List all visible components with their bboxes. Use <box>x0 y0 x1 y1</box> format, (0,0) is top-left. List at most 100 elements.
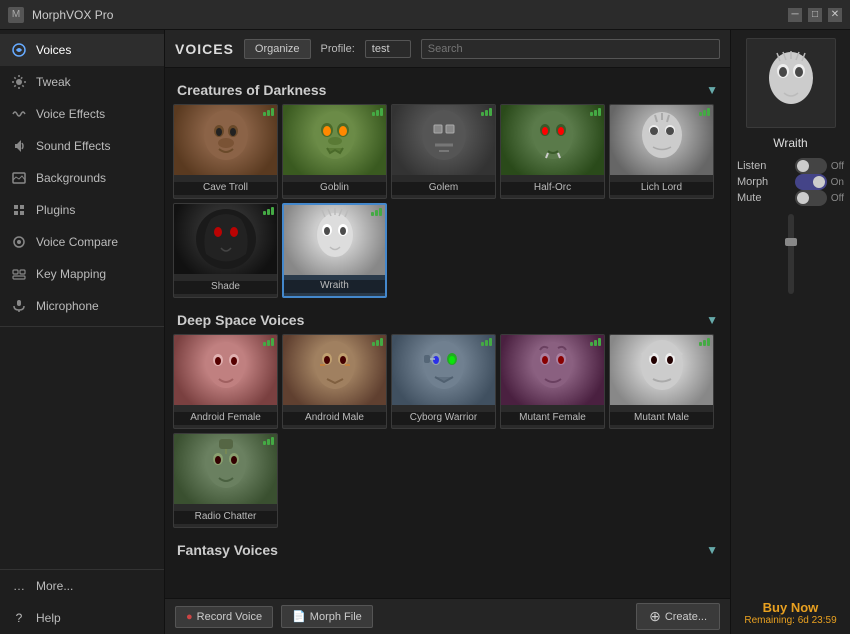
section-arrow-deepspace[interactable]: ▼ <box>706 313 718 327</box>
morph-toggle[interactable] <box>795 174 827 190</box>
section-arrow-creatures[interactable]: ▼ <box>706 83 718 97</box>
voice-card-half-orc[interactable]: Half-Orc <box>500 104 605 199</box>
signal-bars-android-male <box>372 338 383 346</box>
record-voice-button[interactable]: ● Record Voice <box>175 606 273 628</box>
content-area: VOICES Organize Profile: test Creatures … <box>165 30 730 634</box>
voice-card-radio-chatter[interactable]: Radio Chatter <box>173 433 278 528</box>
signal-bars-android-female <box>263 338 274 346</box>
sidebar-item-plugins[interactable]: Plugins <box>0 194 164 226</box>
signal-bars-cyborg-warrior <box>481 338 492 346</box>
voice-card-img-wraith <box>284 205 385 275</box>
voice-card-img-android-male <box>283 335 386 405</box>
voice-card-img-goblin <box>283 105 386 175</box>
voice-card-golem[interactable]: Golem <box>391 104 496 199</box>
sidebar-item-voice-compare[interactable]: Voice Compare <box>0 226 164 258</box>
volume-slider-track[interactable] <box>788 214 794 294</box>
voice-grid-deepspace: Android Female Android Male <box>173 334 722 536</box>
sound-effects-icon <box>10 137 28 155</box>
section-arrow-fantasy[interactable]: ▼ <box>706 543 718 557</box>
sidebar-item-help[interactable]: ? Help <box>0 602 164 634</box>
voice-card-android-male[interactable]: Android Male <box>282 334 387 429</box>
sidebar-label-plugins: Plugins <box>36 203 75 217</box>
section-header-deepspace: Deep Space Voices ▼ <box>173 306 722 334</box>
section-header-creatures: Creatures of Darkness ▼ <box>173 76 722 104</box>
voice-name-wraith: Wraith <box>284 280 385 293</box>
right-panel-preview <box>746 38 836 128</box>
morph-toggle-knob <box>813 176 825 188</box>
sidebar-item-key-mapping[interactable]: Key Mapping <box>0 258 164 290</box>
section-title-deepspace: Deep Space Voices <box>177 312 304 328</box>
backgrounds-icon <box>10 169 28 187</box>
voice-card-wraith[interactable]: Wraith <box>282 203 387 298</box>
sidebar-item-voice-effects[interactable]: Voice Effects <box>0 98 164 130</box>
profile-select[interactable]: test <box>365 40 411 58</box>
signal-bars-goblin <box>372 108 383 116</box>
signal-bars-lich-lord <box>699 108 710 116</box>
voices-title: VOICES <box>175 41 234 57</box>
selected-voice-name: Wraith <box>773 136 807 150</box>
voice-card-img-golem <box>392 105 495 175</box>
create-label: Create... <box>665 611 707 623</box>
controls-section: Listen Off Morph On Mute <box>737 158 844 206</box>
sidebar-item-microphone[interactable]: Microphone <box>0 290 164 322</box>
more-icon: … <box>10 577 28 595</box>
voice-card-android-female[interactable]: Android Female <box>173 334 278 429</box>
voice-name-android-male: Android Male <box>283 412 386 425</box>
title-bar: M MorphVOX Pro ─ □ ✕ <box>0 0 850 30</box>
voice-name-radio-chatter: Radio Chatter <box>174 511 277 524</box>
voice-card-img-mutant-female <box>501 335 604 405</box>
voice-card-shade[interactable]: Shade <box>173 203 278 298</box>
create-button[interactable]: ⊕ Create... <box>636 603 720 630</box>
sidebar-label-key-mapping: Key Mapping <box>36 267 106 281</box>
key-mapping-icon <box>10 265 28 283</box>
voice-grid-creatures: Cave Troll Goblin <box>173 104 722 306</box>
signal-bars-shade <box>263 207 274 215</box>
sidebar: Voices Tweak Voice Effects Sound Effects… <box>0 30 165 634</box>
voice-card-mutant-female[interactable]: Mutant Female <box>500 334 605 429</box>
voice-card-img-android-female <box>174 335 277 405</box>
search-input[interactable] <box>421 39 720 59</box>
voices-scroll[interactable]: Creatures of Darkness ▼ Cave Troll <box>165 68 730 598</box>
plugins-icon <box>10 201 28 219</box>
listen-state: Off <box>831 161 844 172</box>
sidebar-item-backgrounds[interactable]: Backgrounds <box>0 162 164 194</box>
app-title: MorphVOX Pro <box>32 8 788 22</box>
listen-toggle[interactable] <box>795 158 827 174</box>
morph-file-button[interactable]: 📄 Morph File <box>281 605 373 628</box>
voice-name-mutant-female: Mutant Female <box>501 412 604 425</box>
sidebar-item-voices[interactable]: Voices <box>0 34 164 66</box>
voice-name-goblin: Goblin <box>283 182 386 195</box>
sidebar-item-sound-effects[interactable]: Sound Effects <box>0 130 164 162</box>
morph-label: Morph <box>737 176 768 188</box>
voice-card-img-shade <box>174 204 277 274</box>
voice-card-cave-troll[interactable]: Cave Troll <box>173 104 278 199</box>
maximize-button[interactable]: □ <box>808 8 822 22</box>
mute-toggle[interactable] <box>795 190 827 206</box>
record-icon: ● <box>186 611 193 623</box>
sidebar-divider <box>0 326 164 327</box>
listen-label: Listen <box>737 160 766 172</box>
voice-card-img-cyborg-warrior <box>392 335 495 405</box>
minimize-button[interactable]: ─ <box>788 8 802 22</box>
sidebar-item-tweak[interactable]: Tweak <box>0 66 164 98</box>
voices-header: VOICES Organize Profile: test <box>165 30 730 68</box>
volume-slider-thumb[interactable] <box>785 238 797 246</box>
sidebar-item-more[interactable]: … More... <box>0 570 164 602</box>
voice-card-goblin[interactable]: Goblin <box>282 104 387 199</box>
signal-bars-mutant-male <box>699 338 710 346</box>
organize-button[interactable]: Organize <box>244 39 311 59</box>
microphone-icon <box>10 297 28 315</box>
voice-name-cyborg-warrior: Cyborg Warrior <box>392 412 495 425</box>
voice-card-cyborg-warrior[interactable]: Cyborg Warrior <box>391 334 496 429</box>
voice-card-mutant-male[interactable]: Mutant Male <box>609 334 714 429</box>
sidebar-label-tweak: Tweak <box>36 75 71 89</box>
voice-card-lich-lord[interactable]: Lich Lord <box>609 104 714 199</box>
sidebar-label-voices: Voices <box>36 43 71 57</box>
voice-card-img-half-orc <box>501 105 604 175</box>
record-voice-label: Record Voice <box>197 611 262 623</box>
help-icon: ? <box>10 609 28 627</box>
close-button[interactable]: ✕ <box>828 8 842 22</box>
listen-control: Listen Off <box>737 158 844 174</box>
buy-now-text[interactable]: Buy Now <box>744 600 836 615</box>
signal-bars-half-orc <box>590 108 601 116</box>
